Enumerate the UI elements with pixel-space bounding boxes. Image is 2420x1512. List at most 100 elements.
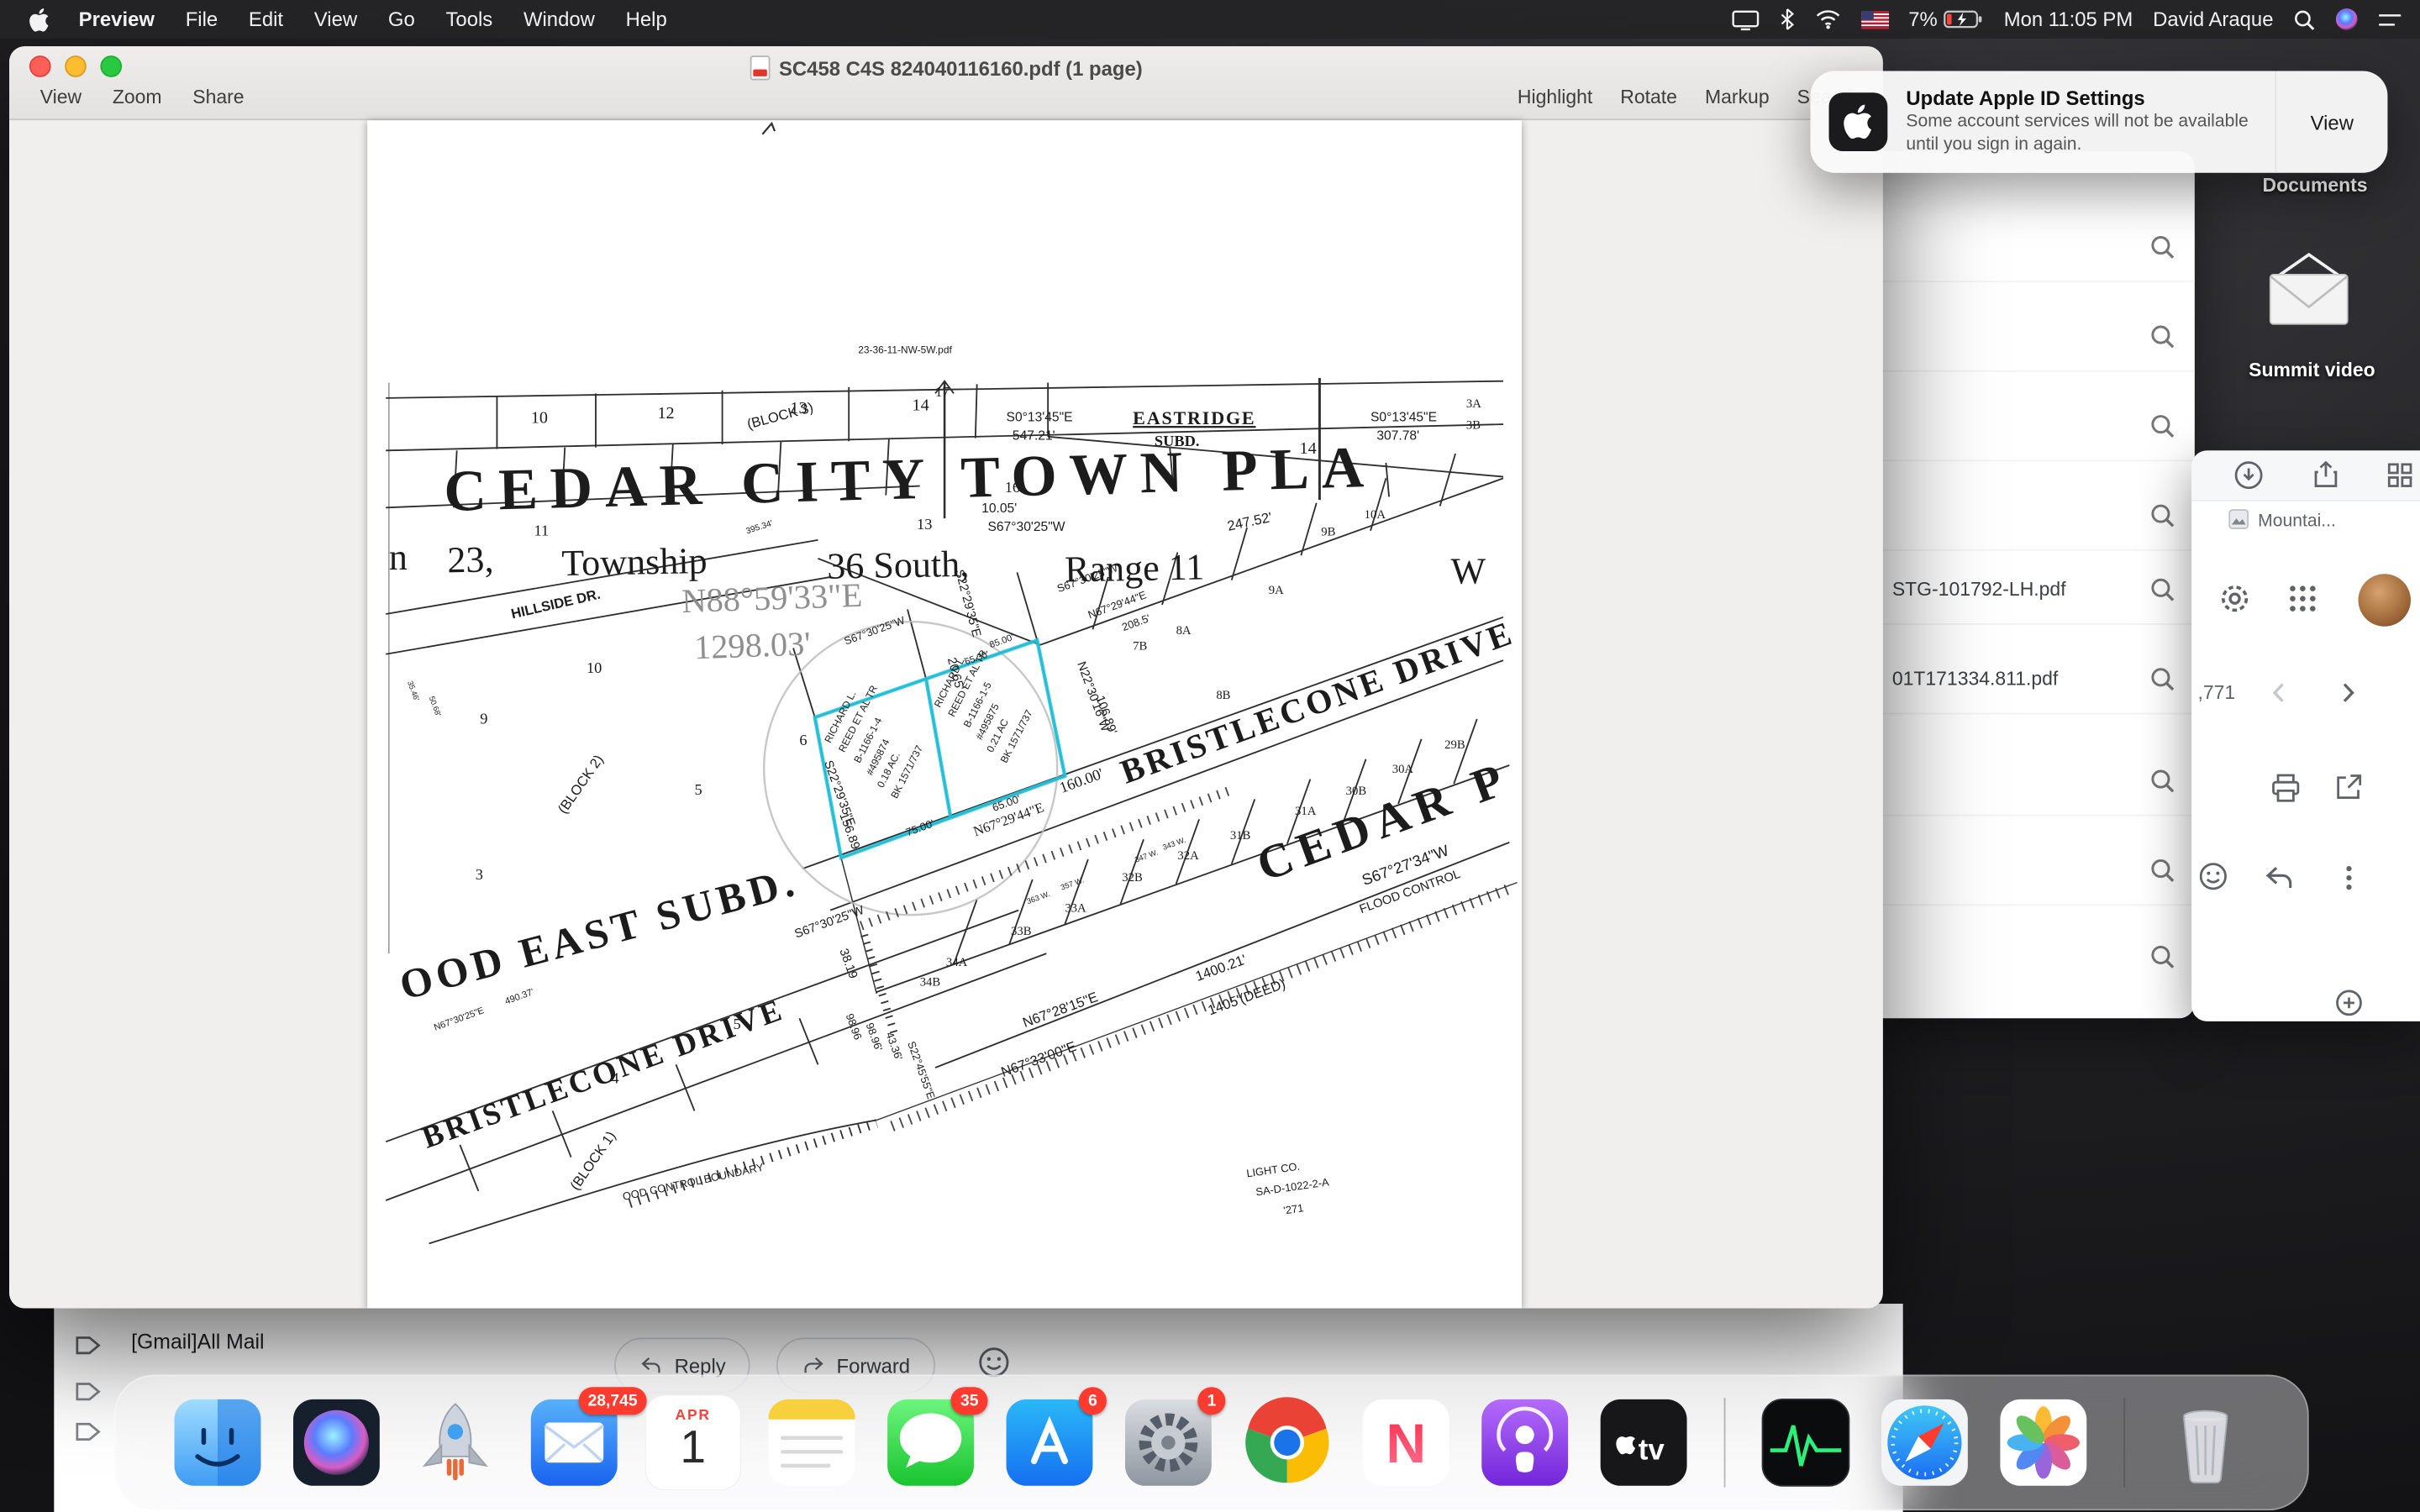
title-bar[interactable]: SC458 C4S 824040116160.pdf (1 page) View… — [9, 46, 1883, 120]
menu-file[interactable]: File — [170, 8, 233, 31]
pdf-viewport[interactable]: 23-36-11-NW-5W.pdfCEDAR CITY TOWN PLAn23… — [9, 120, 1883, 1308]
highlight-tool[interactable]: Highlight — [1518, 87, 1592, 108]
dock-system-settings[interactable]: 1 — [1120, 1394, 1216, 1490]
zoom-icon[interactable] — [2150, 858, 2176, 891]
dock-notes[interactable] — [764, 1394, 860, 1490]
notification-center-icon[interactable] — [2378, 10, 2402, 29]
attachment-row[interactable] — [1867, 219, 2194, 282]
map-label: 23, — [447, 538, 494, 580]
label-tag-icon — [74, 1418, 102, 1453]
desktop-stack-documents[interactable]: Documents — [2241, 175, 2389, 197]
zoom-icon[interactable] — [2150, 503, 2176, 537]
dock-app-store[interactable]: 6 — [1002, 1394, 1097, 1490]
input-language-flag-icon[interactable] — [1860, 10, 1888, 29]
dock-messages[interactable]: 35 — [883, 1394, 979, 1490]
grid-view-icon[interactable] — [2385, 459, 2416, 498]
dock-tv[interactable]: tv — [1596, 1394, 1691, 1490]
dock-mail[interactable]: 28,745 — [526, 1394, 622, 1490]
dock-launchpad[interactable] — [408, 1394, 503, 1490]
map-label: 490.37' — [503, 987, 535, 1007]
map-label: 32A — [1177, 849, 1199, 863]
display-icon[interactable] — [1731, 8, 1759, 30]
menu-app-name[interactable]: Preview — [63, 8, 170, 31]
rotate-tool[interactable]: Rotate — [1620, 87, 1677, 108]
menu-clock[interactable]: Mon 11:05 PM — [2004, 8, 2133, 31]
open-in-new-icon[interactable] — [2333, 771, 2365, 810]
emoji-icon[interactable] — [2198, 861, 2229, 900]
map-label: S67°30'25"W — [842, 613, 907, 647]
dock-news[interactable]: N — [1358, 1394, 1454, 1490]
menu-bar: Preview File Edit View Go Tools Window H… — [0, 0, 2420, 39]
print-icon[interactable] — [2269, 771, 2302, 813]
zoom-icon[interactable] — [2150, 769, 2176, 802]
dock-divider — [2123, 1398, 2125, 1488]
settings-gear-icon[interactable] — [2217, 580, 2254, 625]
add-task-icon[interactable] — [2333, 988, 2365, 1026]
attachment-row[interactable] — [1867, 753, 2194, 816]
map-label: 11 — [534, 522, 550, 538]
chevron-right-icon[interactable] — [2333, 679, 2361, 714]
zoom-tool[interactable]: Zoom — [113, 87, 162, 108]
dock-podcasts[interactable] — [1477, 1394, 1573, 1490]
desktop-file-summit-video[interactable]: Summit video — [2238, 360, 2386, 381]
attachment-row[interactable] — [1867, 843, 2194, 906]
menu-help[interactable]: Help — [610, 8, 682, 31]
dock-safari[interactable] — [1876, 1394, 1972, 1490]
view-tool[interactable]: View — [40, 87, 82, 108]
zoom-icon[interactable] — [2150, 413, 2176, 447]
map-label: N67°33'00"E — [999, 1038, 1079, 1080]
attachment-row[interactable] — [1867, 308, 2194, 371]
map-label: 31B — [1230, 829, 1251, 843]
fast-user-switch[interactable]: David Araque — [2153, 8, 2273, 31]
share-tool[interactable]: Share — [192, 87, 244, 108]
browser-tab[interactable]: Mountai... — [2228, 509, 2336, 533]
attachment-row[interactable] — [1867, 487, 2194, 550]
more-vert-icon[interactable] — [2337, 864, 2361, 900]
map-label: 50.68' — [428, 695, 443, 717]
zoom-icon[interactable] — [2150, 234, 2176, 268]
map-label: 32B — [1122, 871, 1143, 885]
chevron-left-icon[interactable] — [2265, 679, 2293, 714]
desktop-file-envelope-icon[interactable] — [2263, 251, 2355, 336]
attachment-row[interactable]: STG-101792-LH.pdf — [1867, 562, 2194, 625]
apps-grid-icon[interactable] — [2287, 583, 2318, 622]
dock-photos[interactable] — [1996, 1394, 2091, 1490]
wifi-icon[interactable] — [1814, 9, 1840, 29]
dock-monitor-app[interactable] — [1758, 1394, 1854, 1490]
map-label: 30A — [1392, 763, 1414, 776]
map-label: n — [389, 537, 408, 578]
siri-menu-icon[interactable] — [2335, 8, 2359, 31]
markup-tool[interactable]: Markup — [1705, 87, 1770, 108]
map-label: OOD CONTROL BOUNDARY — [622, 1161, 765, 1203]
dock-siri[interactable] — [288, 1394, 384, 1490]
bluetooth-icon[interactable] — [1779, 8, 1794, 31]
attachment-row[interactable] — [1867, 398, 2194, 461]
attachment-row[interactable]: 01T171334.811.pdf — [1867, 651, 2194, 714]
attachment-row[interactable] — [1867, 929, 2194, 990]
dock-trash[interactable] — [2158, 1394, 2254, 1490]
dock-finder[interactable] — [170, 1394, 266, 1490]
dock-calendar[interactable]: APR1 — [645, 1394, 741, 1490]
zoom-icon[interactable] — [2150, 577, 2176, 611]
zoom-icon[interactable] — [2150, 666, 2176, 700]
zoom-icon[interactable] — [2150, 944, 2176, 978]
dock-chrome[interactable] — [1239, 1394, 1335, 1490]
download-icon[interactable] — [2233, 459, 2265, 498]
notification-view-button[interactable]: View — [2275, 71, 2387, 172]
avatar[interactable] — [2359, 574, 2411, 626]
menu-edit[interactable]: Edit — [234, 8, 299, 31]
spotlight-search-icon[interactable] — [2293, 8, 2315, 30]
menu-tools[interactable]: Tools — [430, 8, 508, 31]
notification-banner[interactable]: Update Apple ID Settings Some account se… — [1810, 71, 2387, 172]
map-label: 3B — [1466, 419, 1481, 433]
menu-window[interactable]: Window — [508, 8, 611, 31]
battery-status[interactable]: 7% — [1908, 8, 1984, 31]
map-label: W — [1451, 550, 1486, 591]
result-count: ,771 — [2198, 682, 2236, 704]
menu-view[interactable]: View — [298, 8, 372, 31]
zoom-icon[interactable] — [2150, 324, 2176, 358]
share-icon[interactable] — [2311, 459, 2342, 498]
menu-go[interactable]: Go — [373, 8, 431, 31]
reply-icon[interactable] — [2263, 861, 2296, 903]
apple-menu[interactable] — [18, 5, 63, 33]
